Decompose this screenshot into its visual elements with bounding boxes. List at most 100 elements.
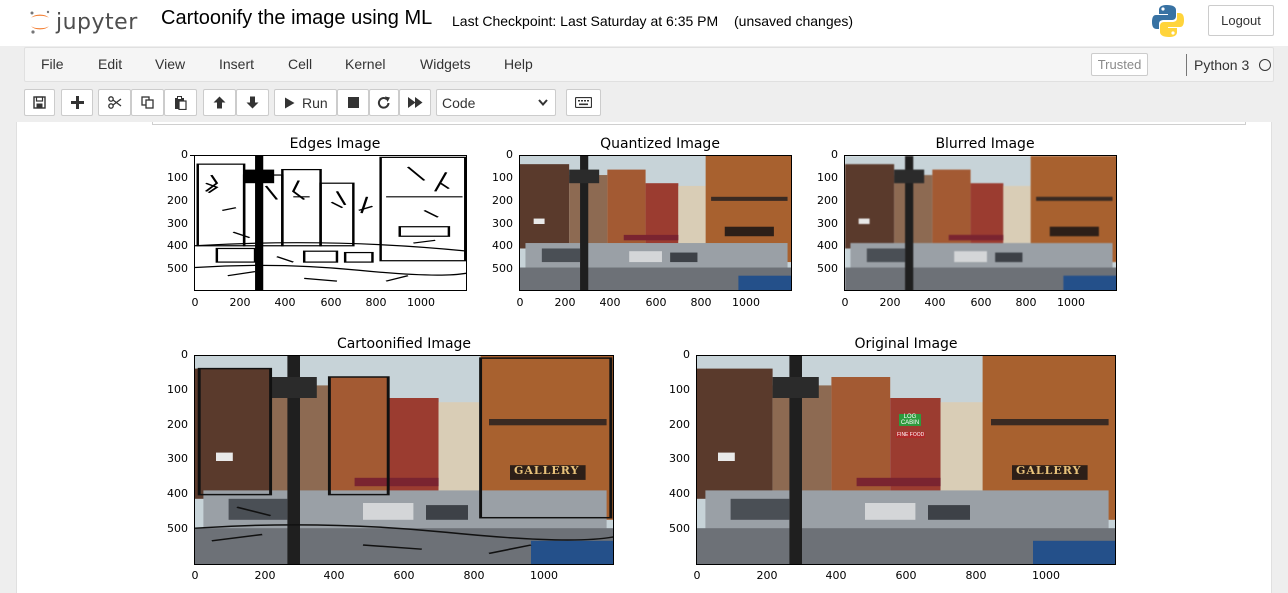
fine-food-sign: FINE FOOD [896,432,926,438]
x-tick-label: 800 [463,569,485,582]
y-tick-label: 100 [492,171,513,184]
plus-icon [70,96,84,109]
y-tick-label: 500 [669,522,690,535]
blurred-image [844,155,1117,291]
y-tick-label: 300 [167,452,188,465]
y-tick-label: 400 [167,239,188,252]
y-tick-label: 0 [181,148,188,161]
stop-icon [347,97,359,108]
x-tick-label: 600 [393,569,415,582]
cartoonified-scene [195,356,613,564]
cartoonified-plot: Cartoonified Image GALLERY 0 100 200 300… [160,334,630,589]
plot-title: Quantized Image [600,136,720,152]
menu-file[interactable]: File [41,56,64,72]
original-plot: Original Image GALLERY LOG CABIN FINE FO… [662,334,1132,589]
restart-run-all-button[interactable] [399,89,431,116]
chevron-down-icon [538,99,548,107]
menubar: File Edit View Insert Cell Kernel Widget… [24,47,1274,82]
y-tick-label: 300 [492,217,513,230]
plot-title: Cartoonified Image [336,336,472,352]
x-tick-label: 600 [970,296,992,309]
y-tick-label: 500 [167,522,188,535]
move-up-button[interactable] [203,89,236,116]
y-tick-label: 200 [167,418,188,431]
y-tick-label: 300 [669,452,690,465]
interrupt-button[interactable] [337,89,369,116]
plot-title: Original Image [854,336,958,352]
x-tick-label: 0 [841,296,849,309]
gallery-sign: GALLERY [1016,464,1082,477]
cell-type-value: Code [442,94,476,111]
arrow-up-icon [213,96,226,109]
notebook-title[interactable]: Cartoonify the image using ML [161,7,432,30]
move-down-button[interactable] [236,89,269,116]
keyboard-icon [575,97,592,108]
y-tick-label: 0 [831,148,838,161]
header: jupyter Cartoonify the image using ML La… [0,0,1288,46]
y-tick-label: 400 [669,487,690,500]
y-tick-label: 400 [817,239,838,252]
x-tick-label: 400 [924,296,946,309]
kernel-divider [1186,54,1187,76]
insert-cell-button[interactable] [61,89,93,116]
y-tick-label: 0 [181,348,188,361]
paste-button[interactable] [164,89,197,116]
cut-button[interactable] [98,89,131,116]
cell-type-select[interactable]: Code [436,89,556,116]
save-icon [33,96,46,109]
x-tick-label: 600 [320,296,342,309]
y-tick-label: 300 [167,217,188,230]
x-tick-label: 1000 [732,296,760,309]
y-tick-label: 400 [167,487,188,500]
jupyter-wordmark: jupyter [56,9,138,35]
command-palette-button[interactable] [566,89,601,116]
x-tick-label: 800 [965,569,987,582]
menu-help[interactable]: Help [504,56,533,72]
restart-button[interactable] [369,89,399,116]
y-tick-label: 200 [669,418,690,431]
original-scene [697,356,1115,564]
previous-cell-edge [152,122,1246,125]
checkpoint-status: Last Checkpoint: Last Saturday at 6:35 P… [452,13,719,29]
jupyter-logo[interactable]: jupyter [28,6,138,38]
x-tick-label: 800 [1015,296,1037,309]
jupyter-icon [30,10,50,34]
y-tick-label: 400 [492,239,513,252]
autosave-status: (unsaved changes) [734,13,854,29]
cut-icon [107,96,121,109]
x-tick-label: 800 [690,296,712,309]
kernel-name: Python 3 [1194,57,1250,73]
cartoonified-image: GALLERY [194,355,614,565]
x-tick-label: 600 [645,296,667,309]
y-tick-label: 500 [167,262,188,275]
copy-button[interactable] [131,89,164,116]
original-image: GALLERY LOG CABIN FINE FOOD [696,355,1116,565]
logout-button[interactable]: Logout [1208,5,1274,36]
gallery-sign: GALLERY [514,464,580,477]
menu-edit[interactable]: Edit [98,56,122,72]
run-button[interactable]: Run [274,89,337,116]
run-label: Run [302,94,328,111]
menu-widgets[interactable]: Widgets [420,56,471,72]
x-tick-label: 800 [365,296,387,309]
arrow-down-icon [246,96,259,109]
menu-kernel[interactable]: Kernel [345,56,385,72]
y-tick-label: 200 [492,194,513,207]
edges-plot: Edges Image 0 100 200 300 400 500 0 200 … [160,134,480,314]
run-icon [285,97,295,108]
blurred-scene [845,156,1116,290]
x-tick-label: 200 [879,296,901,309]
x-tick-label: 0 [191,296,199,309]
x-tick-label: 600 [895,569,917,582]
menu-cell[interactable]: Cell [288,56,312,72]
x-tick-label: 0 [693,569,701,582]
copy-icon [141,96,154,109]
save-button[interactable] [24,89,55,116]
menu-insert[interactable]: Insert [219,56,254,72]
y-tick-label: 0 [683,348,690,361]
trusted-indicator[interactable]: Trusted [1091,53,1148,76]
x-tick-label: 1000 [1032,569,1060,582]
plot-title: Blurred Image [935,136,1035,152]
x-tick-label: 1000 [1057,296,1085,309]
menu-view[interactable]: View [155,56,185,72]
